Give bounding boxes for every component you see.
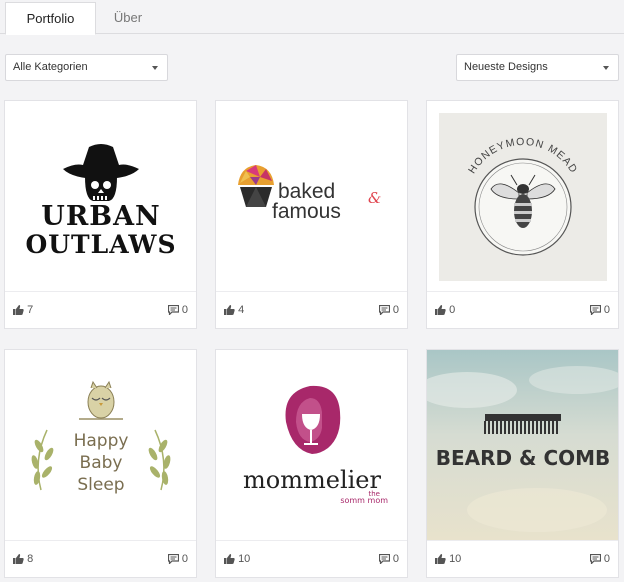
- like-count[interactable]: 10: [224, 553, 250, 565]
- comment-count-value: 0: [603, 553, 610, 565]
- thumbs-up-icon: [435, 305, 446, 315]
- speech-bubble-icon: [589, 304, 601, 316]
- card-footer: 0 0: [427, 291, 618, 328]
- like-count-value: 8: [27, 553, 34, 565]
- design-card: BEARD & COMB 10 0: [426, 349, 619, 578]
- category-select[interactable]: Alle Kategorien: [5, 54, 168, 81]
- logo-tagline-2: somm mom: [340, 496, 388, 505]
- speech-bubble-icon: [167, 304, 179, 316]
- tab-bar: Portfolio Über: [0, 0, 624, 35]
- comment-count[interactable]: 0: [378, 304, 399, 316]
- chevron-down-icon: [152, 66, 158, 70]
- thumbs-up-icon: [435, 554, 446, 564]
- design-card: baked & famous 4 0: [215, 100, 408, 329]
- thumbs-up-icon: [13, 554, 24, 564]
- speech-bubble-icon: [378, 304, 390, 316]
- cupcake-icon: [238, 165, 274, 207]
- like-count[interactable]: 0: [435, 304, 455, 316]
- owl-icon: [79, 380, 123, 420]
- comment-count[interactable]: 0: [378, 553, 399, 565]
- design-thumbnail[interactable]: baked & famous: [216, 101, 407, 291]
- logo-line-3: Sleep: [77, 475, 124, 495]
- like-count[interactable]: 10: [435, 553, 461, 565]
- comment-count-value: 0: [392, 304, 399, 316]
- design-card: Happy Baby Sleep 8 0: [4, 349, 197, 578]
- like-count-value: 4: [238, 304, 245, 316]
- card-footer: 4 0: [216, 291, 407, 328]
- logo-line-1: Happy: [74, 431, 129, 451]
- speech-bubble-icon: [378, 553, 390, 565]
- design-card: HONEYMOON MEAD 0 0: [426, 100, 619, 329]
- design-thumbnail[interactable]: mommelier the somm mom: [216, 350, 407, 540]
- logo-text: BEARD & COMB: [436, 446, 611, 470]
- logo-ampersand: &: [368, 189, 381, 207]
- comment-count-value: 0: [392, 553, 399, 565]
- category-select-value: Alle Kategorien: [13, 61, 88, 73]
- comment-count[interactable]: 0: [589, 304, 610, 316]
- design-thumbnail[interactable]: HONEYMOON MEAD: [427, 101, 618, 291]
- comment-count[interactable]: 0: [589, 553, 610, 565]
- design-card: mommelier the somm mom 10 0: [215, 349, 408, 578]
- design-card: URBAN OUTLAWS 7 0: [4, 100, 197, 329]
- card-footer: 8 0: [5, 540, 196, 577]
- comment-count[interactable]: 0: [167, 553, 188, 565]
- design-thumbnail[interactable]: Happy Baby Sleep: [5, 350, 196, 540]
- wine-glass-head-icon: [285, 385, 341, 454]
- comment-count-value: 0: [181, 304, 188, 316]
- card-footer: 10 0: [427, 540, 618, 577]
- like-count[interactable]: 8: [13, 553, 33, 565]
- like-count[interactable]: 7: [13, 304, 33, 316]
- logo-line-2: Baby: [80, 453, 123, 473]
- comment-count-value: 0: [603, 304, 610, 316]
- like-count-value: 10: [238, 553, 251, 565]
- logo-word: mommelier: [243, 466, 381, 494]
- sort-select-value: Neueste Designs: [464, 61, 548, 73]
- design-thumbnail[interactable]: BEARD & COMB: [427, 350, 618, 540]
- logo-line-2: OUTLAWS: [25, 230, 176, 259]
- like-count[interactable]: 4: [224, 304, 244, 316]
- logo-word-2: famous: [272, 200, 341, 223]
- logo-line-1: URBAN: [41, 201, 160, 232]
- comment-count[interactable]: 0: [167, 304, 188, 316]
- speech-bubble-icon: [589, 553, 601, 565]
- cowboy-skull-icon: [63, 144, 139, 201]
- sort-select[interactable]: Neueste Designs: [456, 54, 619, 81]
- thumbs-up-icon: [224, 305, 235, 315]
- tab-portfolio[interactable]: Portfolio: [5, 2, 96, 35]
- comment-count-value: 0: [181, 553, 188, 565]
- like-count-value: 10: [449, 553, 462, 565]
- like-count-value: 7: [27, 304, 34, 316]
- chevron-down-icon: [603, 66, 609, 70]
- card-footer: 10 0: [216, 540, 407, 577]
- card-footer: 7 0: [5, 291, 196, 328]
- tab-ueber[interactable]: Über: [96, 2, 160, 35]
- design-thumbnail[interactable]: URBAN OUTLAWS: [5, 101, 196, 291]
- thumbs-up-icon: [224, 554, 235, 564]
- thumbs-up-icon: [13, 305, 24, 315]
- like-count-value: 0: [449, 304, 456, 316]
- speech-bubble-icon: [167, 553, 179, 565]
